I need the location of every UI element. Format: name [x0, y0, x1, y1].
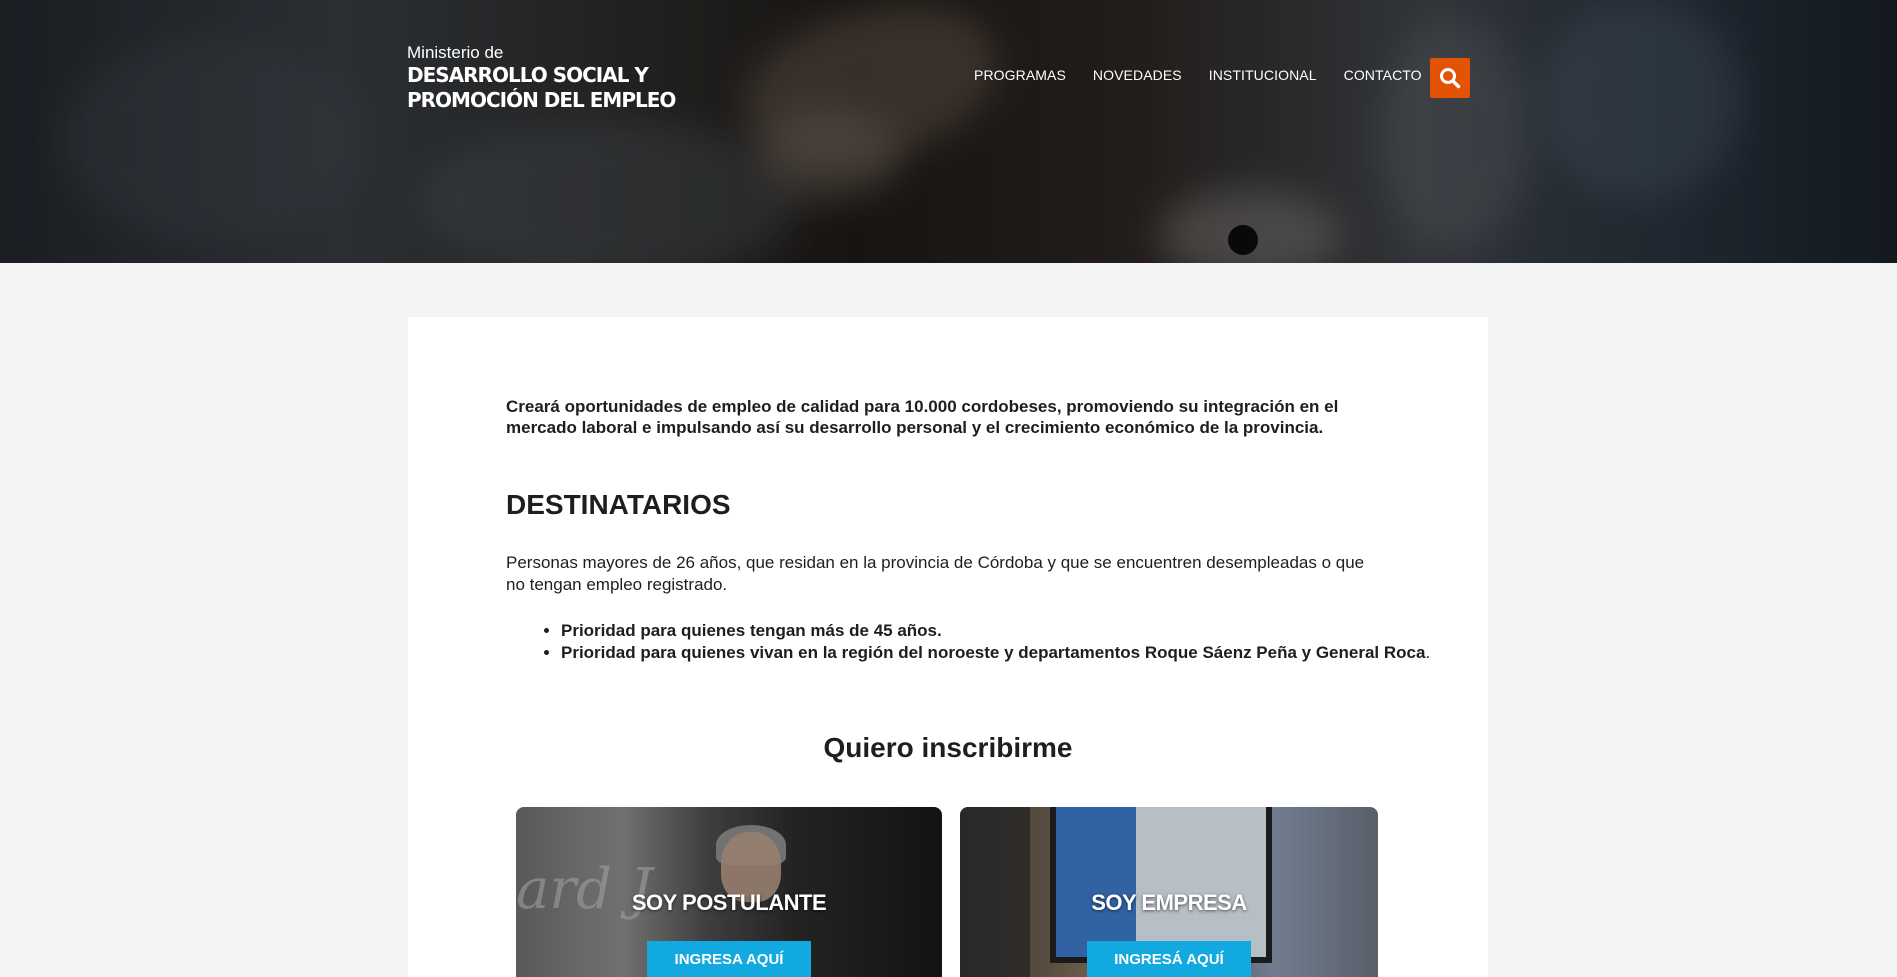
content-card: Creará oportunidades de empleo de calida…	[408, 317, 1488, 977]
logo-pre-text: Ministerio de	[407, 43, 504, 62]
list-item: Prioridad para quienes tengan más de 45 …	[561, 620, 1441, 642]
nav-novedades[interactable]: NOVEDADES	[1093, 67, 1182, 83]
empresa-button[interactable]: INGRESÁ AQUÍ	[1087, 941, 1251, 977]
list-item-bold: Prioridad para quienes vivan en la regió…	[561, 643, 1426, 662]
nav-institucional[interactable]: INSTITUCIONAL	[1209, 67, 1317, 83]
main-nav: PROGRAMAS NOVEDADES INSTITUCIONAL CONTAC…	[974, 67, 1422, 83]
logo-line-1: DESARROLLO SOCIAL Y	[407, 63, 649, 87]
list-item-tail: .	[1425, 643, 1431, 662]
hero-banner: Ministerio de DESARROLLO SOCIAL Y PROMOC…	[0, 0, 1897, 263]
signup-heading: Quiero inscribirme	[823, 732, 1073, 763]
search-button[interactable]	[1430, 58, 1470, 98]
list-item-bold: Prioridad para quienes tengan más de 45 …	[561, 621, 942, 640]
search-icon	[1440, 68, 1461, 89]
list-item: Prioridad para quienes vivan en la regió…	[561, 642, 1441, 664]
postulante-title: SOY POSTULANTE	[631, 890, 827, 915]
priority-list: Prioridad para quienes tengan más de 45 …	[506, 620, 1441, 664]
nav-programas[interactable]: PROGRAMAS	[974, 67, 1066, 83]
nav-contacto[interactable]: CONTACTO	[1344, 67, 1422, 83]
hero-overlay	[0, 0, 1897, 263]
logo-line-2: PROMOCIÓN DEL EMPLEO	[407, 88, 676, 112]
empresa-title: SOY EMPRESA	[1091, 890, 1247, 915]
ministry-logo[interactable]: Ministerio de DESARROLLO SOCIAL Y PROMOC…	[407, 43, 676, 113]
intro-text: Creará oportunidades de empleo de calida…	[506, 397, 1339, 437]
description-text: Personas mayores de 26 años, que residan…	[506, 553, 1365, 594]
postulante-button[interactable]: INGRESA AQUÍ	[647, 941, 811, 977]
section-heading: DESTINATARIOS	[506, 489, 731, 520]
